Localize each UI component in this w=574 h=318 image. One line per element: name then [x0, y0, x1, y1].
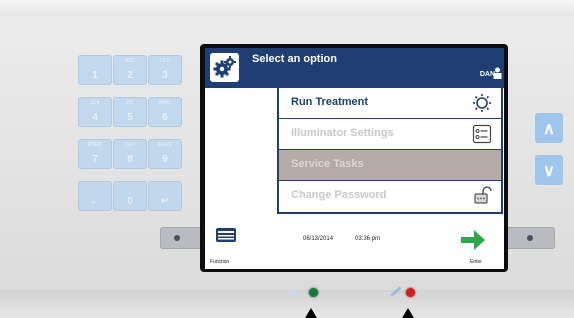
- keypad-key-12[interactable]: ↵: [148, 181, 182, 211]
- menu-item-label: Change Password: [291, 189, 387, 201]
- function-label: Function: [210, 259, 230, 265]
- time-display: 03:36 pm: [355, 236, 381, 242]
- date-display: 06/13/2014: [303, 236, 334, 242]
- sun-icon: [473, 94, 491, 112]
- pointer-arrow-right: [402, 308, 414, 318]
- keypad-key-1[interactable]: 1: [78, 55, 112, 85]
- keypad-key-8[interactable]: TUV 8: [113, 139, 147, 169]
- led-left-indicator: [290, 289, 298, 297]
- led-red: [406, 288, 415, 297]
- keypad-key-label: 5: [127, 112, 133, 123]
- keypad-key-10[interactable]: ←: [78, 181, 112, 211]
- keypad-key-letters: PQRS: [87, 142, 103, 148]
- led-green: [309, 288, 318, 297]
- enter-arrow-icon[interactable]: [459, 228, 487, 252]
- keypad-key-6[interactable]: MNO 6: [148, 97, 182, 127]
- keypad-key-label: ↵: [160, 196, 170, 207]
- keypad-key-label: 3: [162, 70, 168, 81]
- keypad-key-label: 2: [127, 70, 133, 81]
- keypad-key-letters: DEF: [160, 58, 170, 64]
- keypad-key-label: 4: [92, 112, 98, 123]
- enter-label: Enter: [470, 259, 482, 265]
- keypad-key-label: 9: [162, 154, 168, 165]
- menu-item-label: Service Tasks: [291, 158, 364, 170]
- keypad-key-4[interactable]: GHI 4: [78, 97, 112, 127]
- keypad-key-letters: JKL: [125, 100, 135, 106]
- options-menu: Run Treatment Illuminator Settings Servi…: [277, 88, 503, 214]
- function-icon[interactable]: [215, 226, 237, 244]
- keypad-key-letters: TUV: [125, 142, 135, 148]
- keypad-key-2[interactable]: ABC 2: [113, 55, 147, 85]
- menu-item-run-treatment[interactable]: Run Treatment: [279, 88, 501, 119]
- nav-down-button[interactable]: ∨: [535, 155, 563, 185]
- user-icon: [493, 67, 502, 79]
- left-bar-dot: [174, 235, 180, 241]
- keypad-key-label: 1: [92, 70, 98, 81]
- keypad-key-label: 6: [162, 112, 168, 123]
- title-bar: Select an option DAN: [205, 48, 504, 88]
- keypad-key-letters: WXYZ: [157, 142, 173, 148]
- screen-title: Select an option: [252, 53, 337, 65]
- menu-item-change-password[interactable]: Change Password: [279, 181, 501, 211]
- keypad-key-11[interactable]: 0: [113, 181, 147, 211]
- right-side-bar: [503, 227, 555, 249]
- device-top-frame: [0, 0, 574, 16]
- nav-up-button[interactable]: ∧: [535, 113, 563, 143]
- menu-item-service-tasks[interactable]: Service Tasks: [279, 150, 501, 181]
- gears-icon: [210, 53, 239, 82]
- menu-item-label: Illuminator Settings: [291, 127, 394, 139]
- pointer-arrow-left: [305, 308, 317, 318]
- menu-item-label: Run Treatment: [291, 96, 369, 108]
- menu-item-illuminator-settings[interactable]: Illuminator Settings: [279, 119, 501, 150]
- keypad-key-letters: MNO: [159, 100, 171, 106]
- keypad-key-label: 8: [127, 154, 133, 165]
- nav-down-icon: ∨: [543, 163, 555, 180]
- device-bottom-lip: [0, 290, 574, 318]
- keypad-key-label: 7: [92, 154, 98, 165]
- touch-screen: Select an option DAN Run Treatment Illum…: [205, 48, 504, 269]
- keypad-key-letters: GHI: [90, 100, 100, 106]
- keypad-key-3[interactable]: DEF 3: [148, 55, 182, 85]
- lock-icon: [474, 186, 492, 204]
- keypad-key-9[interactable]: WXYZ 9: [148, 139, 182, 169]
- keypad-key-5[interactable]: JKL 5: [113, 97, 147, 127]
- keypad-key-label: ←: [90, 196, 100, 207]
- keypad-key-7[interactable]: PQRS 7: [78, 139, 112, 169]
- settings-list-icon: [472, 124, 492, 144]
- keypad-key-letters: ABC: [124, 58, 136, 64]
- keypad-key-label: 0: [127, 196, 133, 207]
- right-bar-dot: [527, 235, 533, 241]
- nav-up-icon: ∧: [543, 121, 555, 138]
